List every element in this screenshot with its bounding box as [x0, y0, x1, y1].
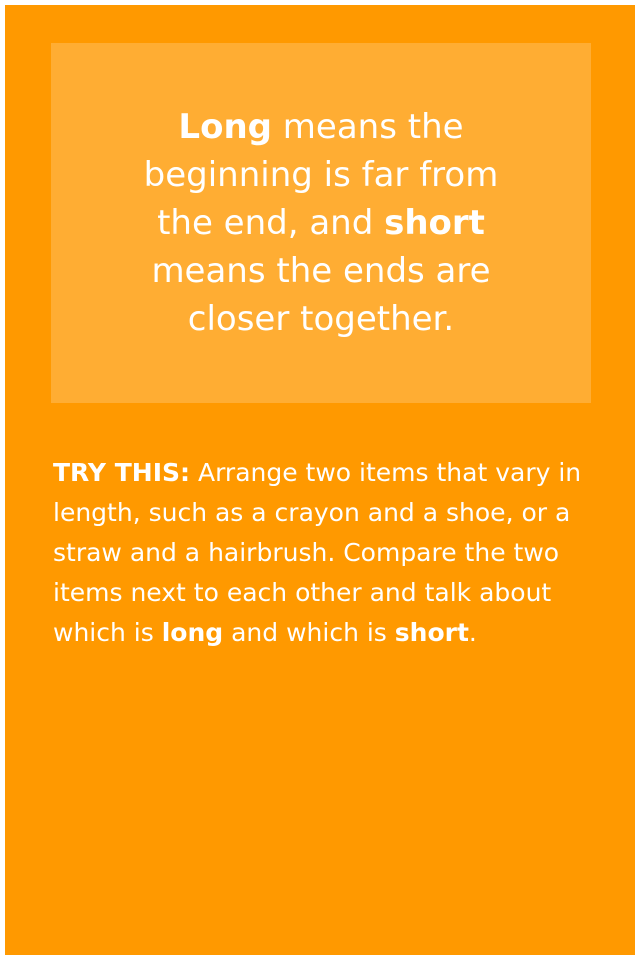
- definition-text-part2: means the ends are closer together.: [151, 251, 491, 339]
- try-this-short-word: short: [394, 618, 469, 647]
- try-this-paragraph: TRY THIS: Arrange two items that vary in…: [53, 453, 593, 653]
- try-this-part2: and which is: [223, 618, 395, 647]
- try-this-long-word: long: [161, 618, 224, 647]
- definition-text: Long means the beginning is far from the…: [121, 103, 521, 343]
- page-background: Long means the beginning is far from the…: [5, 5, 635, 955]
- try-this-part3: .: [468, 618, 477, 647]
- definition-box: Long means the beginning is far from the…: [51, 43, 591, 403]
- definition-short-word: short: [384, 203, 485, 243]
- try-this-label: TRY THIS:: [53, 458, 191, 487]
- definition-long-word: Long: [178, 107, 272, 147]
